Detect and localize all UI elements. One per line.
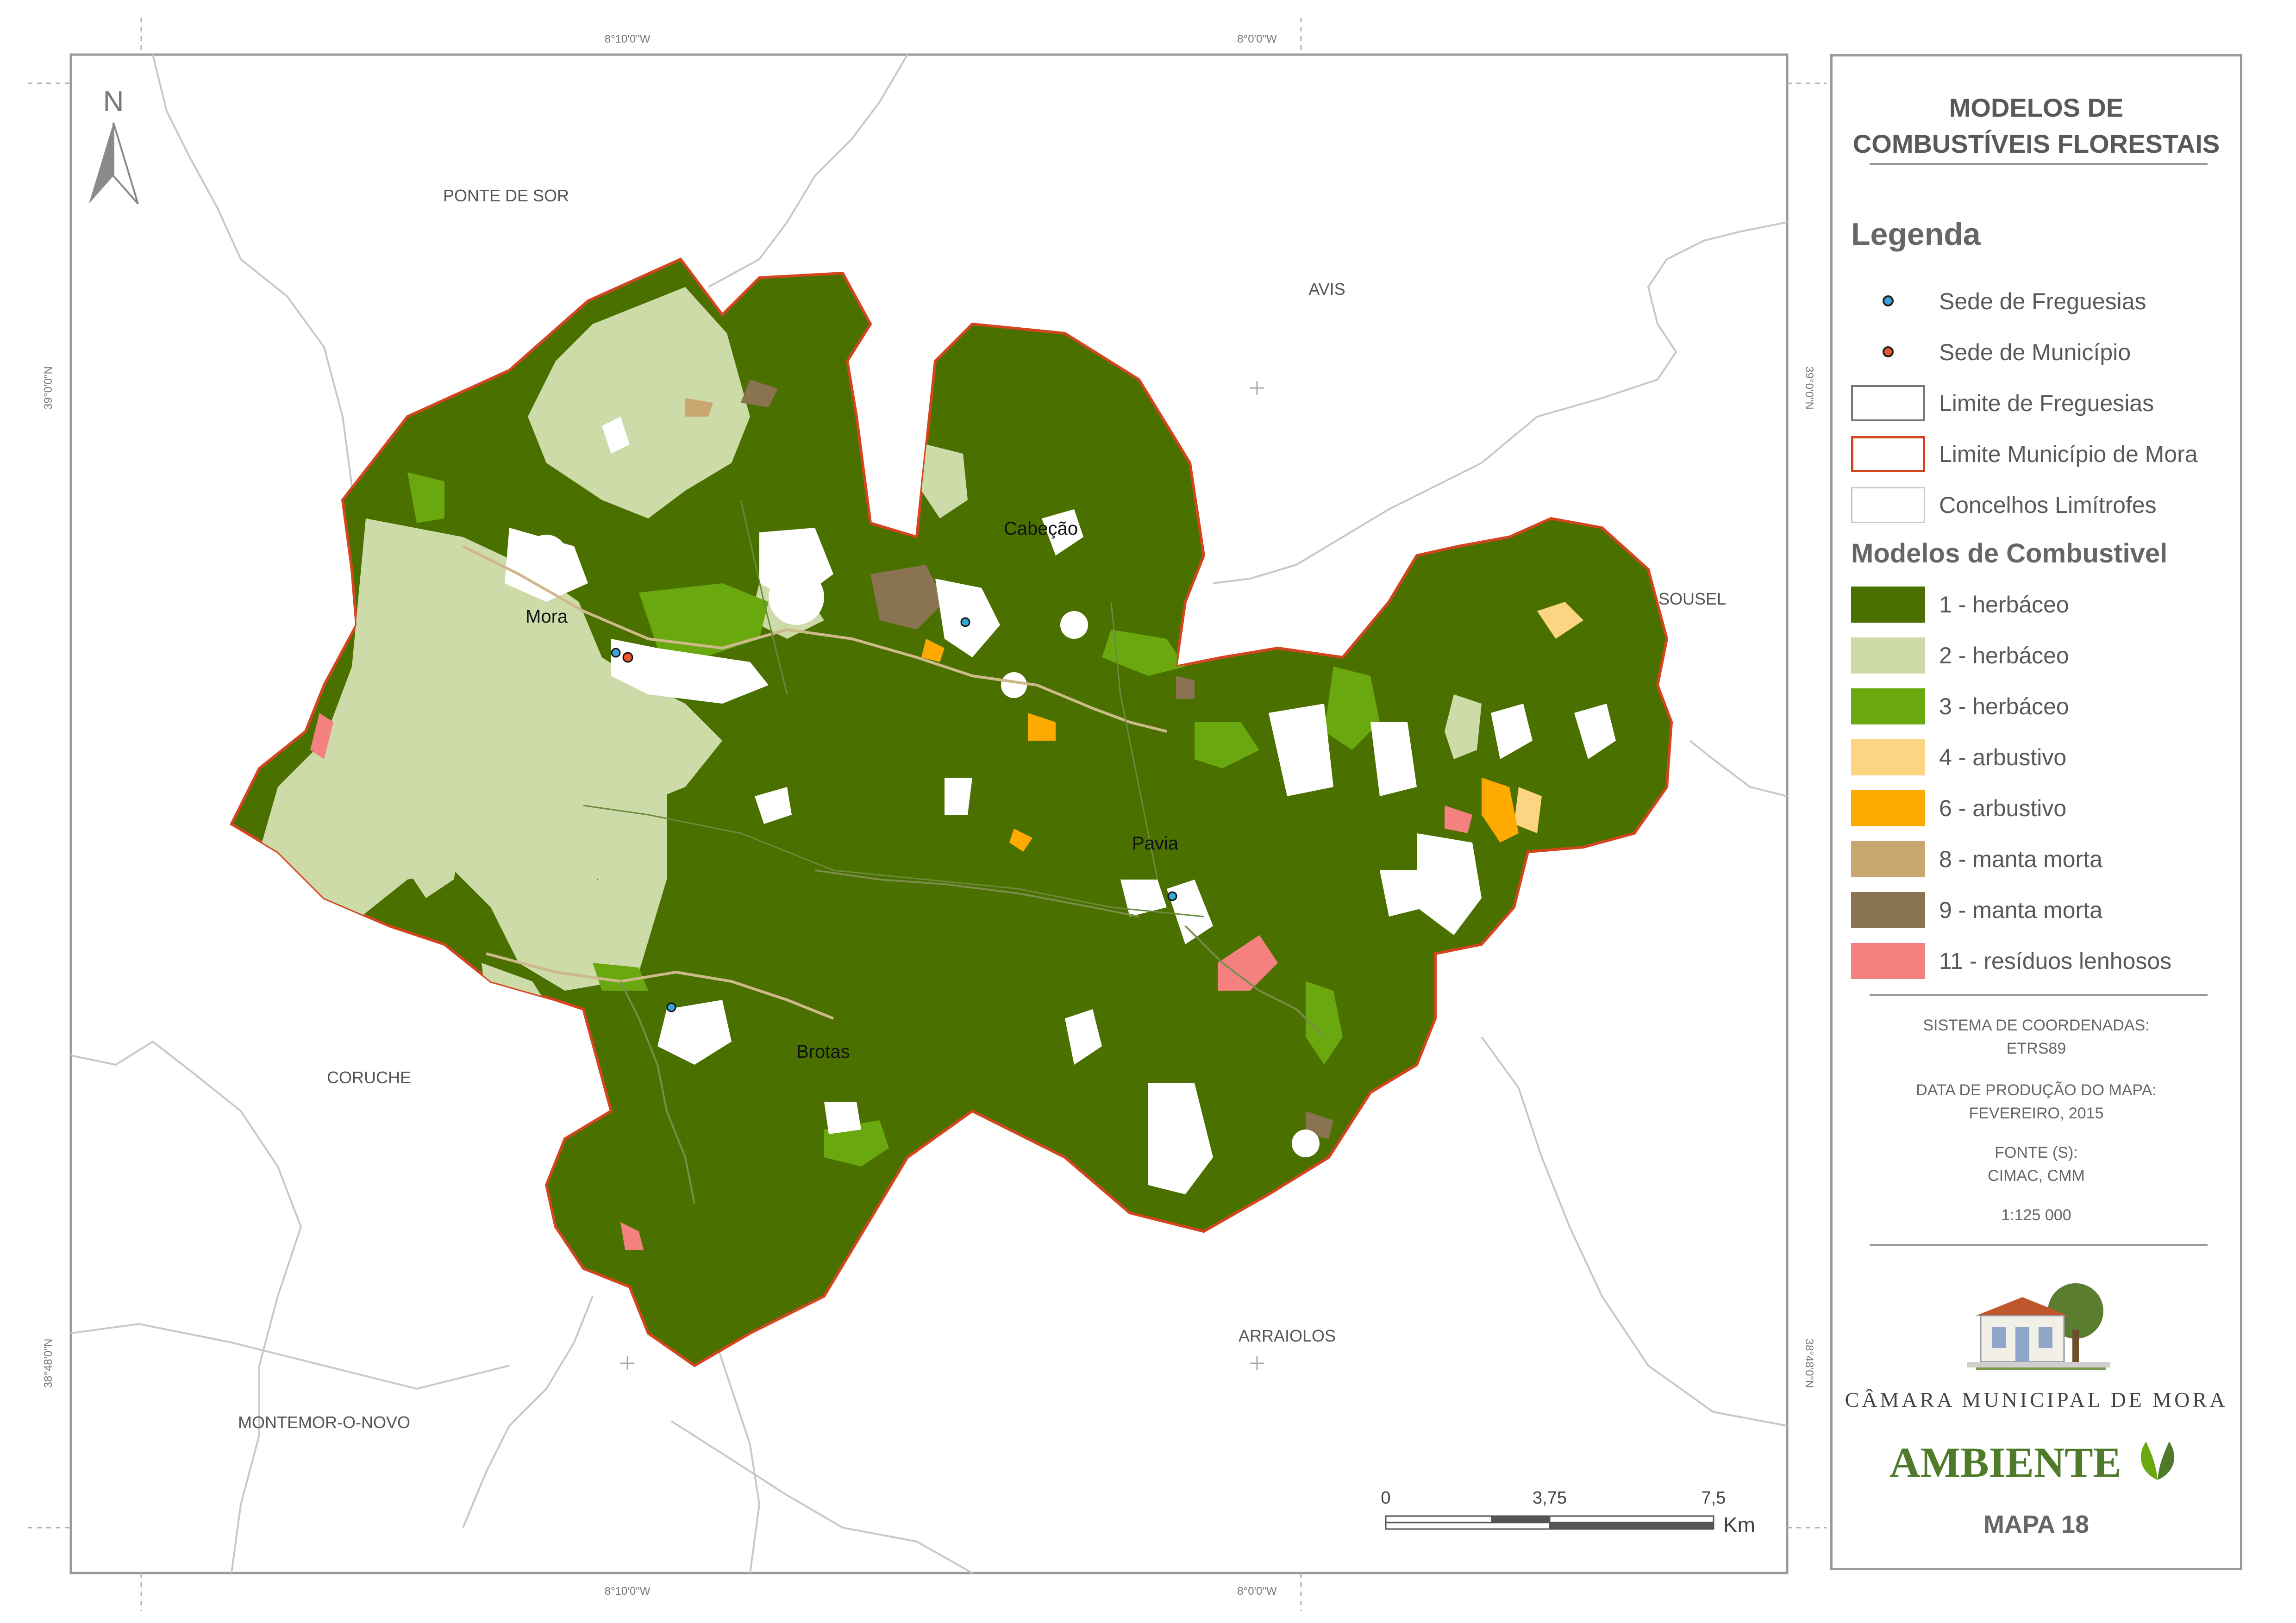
model-label: 8 - manta morta (1939, 846, 2102, 872)
info-rule-top (1870, 994, 2208, 996)
model-swatch (1851, 943, 1925, 979)
legend-label: Sede de Freguesias (1939, 288, 2146, 314)
coords-label: SISTEMA DE COORDENADAS: (1923, 1017, 2150, 1034)
model-9: 9 - manta morta (1851, 892, 2240, 929)
concelhos-swatch (1851, 487, 1925, 523)
sede-freguesia-mora[interactable] (611, 648, 621, 658)
leaf-icon (2140, 1442, 2175, 1480)
sede-municipio-mora[interactable] (622, 652, 633, 663)
model-11: 11 - resíduos lenhosos (1851, 943, 2240, 980)
legend-limite-freguesias: Limite de Freguesias (1851, 385, 2240, 422)
date-value: FEVEREIRO, 2015 (1969, 1105, 2104, 1122)
org-name: CÂMARA MUNICIPAL DE MORA (1845, 1388, 2228, 1411)
model-swatch (1851, 688, 1925, 724)
scale-unit: Km (1723, 1513, 1755, 1537)
model-label: 11 - resíduos lenhosos (1939, 948, 2172, 974)
label-avis: AVIS (1308, 280, 1345, 299)
grat-top-right: 8°0'0"W (1237, 33, 1277, 45)
legend-panel: MODELOS DE COMBUSTÍVEIS FLORESTAIS Legen… (1830, 54, 2242, 1570)
legend-title: Legenda (1851, 217, 1981, 252)
map-number: MAPA 18 (1983, 1511, 2090, 1538)
label-cabecao: Cabeção (1004, 518, 1078, 539)
limite-freguesias-swatch (1851, 385, 1925, 421)
legend-concelhos: Concelhos Limítrofes (1851, 487, 2240, 524)
limite-municipio-swatch (1851, 436, 1925, 472)
sede-freguesia-cabecao[interactable] (960, 617, 970, 627)
north-letter: N (103, 86, 124, 118)
sede-freguesia-brotas[interactable] (666, 1002, 676, 1012)
label-pavia: Pavia (1132, 833, 1179, 854)
info-rule-bottom (1870, 1244, 2208, 1246)
label-brotas: Brotas (796, 1042, 850, 1062)
model-swatch (1851, 739, 1925, 775)
label-arraiolos: ARRAIOLOS (1239, 1326, 1336, 1345)
sede-freguesia-pavia[interactable] (1167, 891, 1177, 901)
label-montemor-o-novo: MONTEMOR-O-NOVO (238, 1413, 410, 1432)
model-swatch (1851, 790, 1925, 826)
scale-tick-2: 7,5 (1702, 1488, 1726, 1508)
panel-title-line1: MODELOS DE (1949, 93, 2124, 122)
grat-left-top: 39°0'0"N (42, 366, 55, 409)
legend-label: Limite Município de Mora (1939, 441, 2198, 467)
grat-top-left: 8°10'0"W (605, 33, 651, 45)
grat-right-bottom: 38°48'0"N (1803, 1339, 1815, 1388)
ambiente-logo: AMBIENTE (1833, 1436, 2240, 1487)
date-label: DATA DE PRODUÇÃO DO MAPA: (1916, 1081, 2157, 1099)
grat-right-top: 39°0'0"N (1803, 366, 1815, 409)
ambiente-text: AMBIENTE (1889, 1439, 2121, 1486)
label-coruche: CORUCHE (327, 1068, 411, 1087)
model-4: 4 - arbustivo (1851, 739, 2240, 776)
scale-ratio: 1:125 000 (2001, 1206, 2071, 1224)
model-swatch (1851, 587, 1925, 623)
scale-tick-1: 3,75 (1533, 1488, 1567, 1508)
title-rule (1870, 163, 2208, 165)
model-label: 9 - manta morta (1939, 897, 2102, 923)
model-swatch (1851, 841, 1925, 877)
model-label: 1 - herbáceo (1939, 592, 2069, 618)
model-swatch (1851, 637, 1925, 674)
label-ponte-de-sor: PONTE DE SOR (443, 186, 569, 205)
models-title: Modelos de Combustivel (1851, 538, 2168, 568)
label-sousel: SOUSEL (1658, 589, 1726, 608)
panel-title-line2: COMBUSTÍVEIS FLORESTAIS (1852, 129, 2220, 158)
model-8: 8 - manta morta (1851, 841, 2240, 878)
grat-bottom-right: 8°0'0"W (1237, 1585, 1277, 1598)
grat-left-bottom: 38°48'0"N (42, 1339, 55, 1388)
legend-label: Concelhos Limítrofes (1939, 492, 2157, 518)
legend-sede-freguesias: Sede de Freguesias (1851, 283, 2240, 320)
legend-limite-municipio: Limite Município de Mora (1851, 436, 2240, 473)
model-1: 1 - herbáceo (1851, 587, 2240, 624)
model-3: 3 - herbáceo (1851, 688, 2240, 725)
source-label: FONTE (S): (1995, 1144, 2078, 1161)
grat-bottom-left: 8°10'0"W (605, 1585, 651, 1598)
legend-sede-municipio: Sede de Município (1851, 334, 2240, 371)
coords-value: ETRS89 (2006, 1040, 2066, 1057)
sede-freguesia-symbol (1883, 295, 1894, 306)
model-label: 6 - arbustivo (1939, 795, 2067, 821)
scale-tick-0: 0 (1381, 1488, 1390, 1508)
source-value: CIMAC, CMM (1988, 1167, 2085, 1185)
model-label: 2 - herbáceo (1939, 643, 2069, 668)
camara-building-logo (1967, 1283, 2110, 1370)
sede-municipio-symbol (1883, 346, 1894, 357)
model-label: 4 - arbustivo (1939, 744, 2067, 770)
label-mora: Mora (526, 606, 568, 627)
legend-label: Sede de Município (1939, 339, 2131, 365)
legend-label: Limite de Freguesias (1939, 390, 2154, 416)
model-label: 3 - herbáceo (1939, 693, 2069, 719)
model-2: 2 - herbáceo (1851, 637, 2240, 674)
model-swatch (1851, 892, 1925, 928)
model-6: 6 - arbustivo (1851, 790, 2240, 827)
